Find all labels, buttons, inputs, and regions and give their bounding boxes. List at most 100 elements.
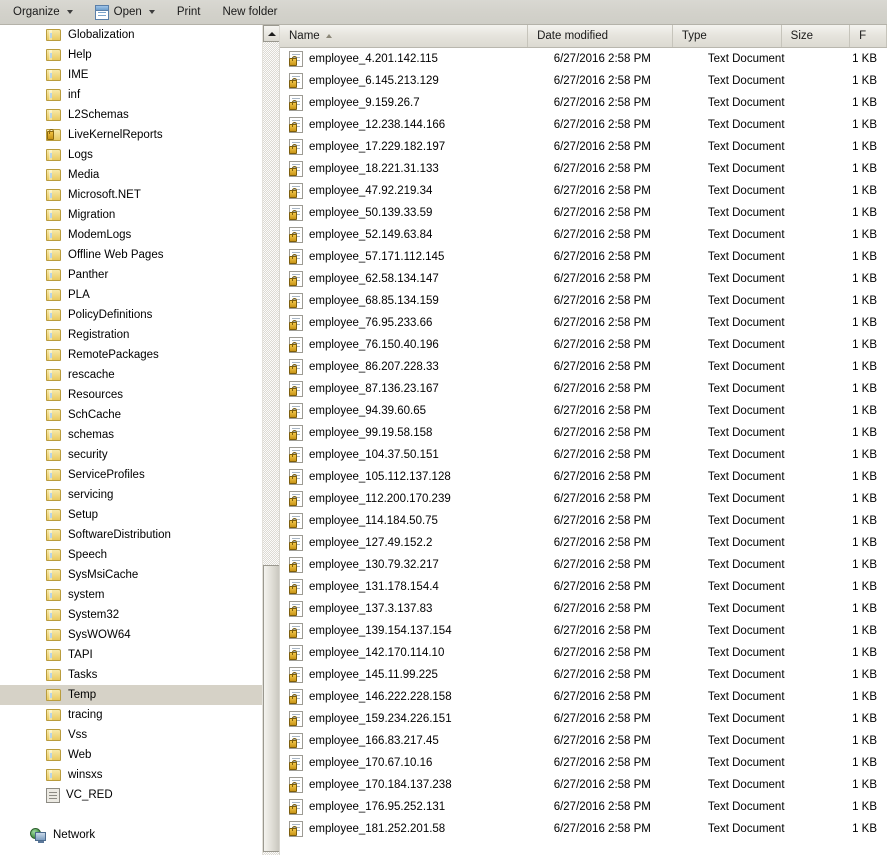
tree-item-globalization[interactable]: Globalization (0, 25, 262, 45)
tree-item-winsxs[interactable]: winsxs (0, 765, 262, 785)
tree-item-serviceprofiles[interactable]: ServiceProfiles (0, 465, 262, 485)
tree-item-system[interactable]: system (0, 585, 262, 605)
open-button[interactable]: Open (88, 1, 162, 24)
text-document-locked-icon (289, 513, 303, 529)
column-header-name[interactable]: Name (280, 25, 528, 47)
table-row[interactable]: employee_62.58.134.1476/27/2016 2:58 PMT… (280, 268, 887, 290)
table-row[interactable]: employee_86.207.228.336/27/2016 2:58 PMT… (280, 356, 887, 378)
tree-item-schcache[interactable]: SchCache (0, 405, 262, 425)
tree-item-livekernelreports[interactable]: LiveKernelReports (0, 125, 262, 145)
tree-item-network[interactable]: Network (0, 825, 262, 845)
tree-item-panther[interactable]: Panther (0, 265, 262, 285)
table-row[interactable] (280, 840, 887, 855)
table-row[interactable]: employee_127.49.152.26/27/2016 2:58 PMTe… (280, 532, 887, 554)
table-row[interactable]: employee_142.170.114.106/27/2016 2:58 PM… (280, 642, 887, 664)
table-row[interactable]: employee_139.154.137.1546/27/2016 2:58 P… (280, 620, 887, 642)
tree-item-sysmsicache[interactable]: SysMsiCache (0, 565, 262, 585)
table-row[interactable]: employee_4.201.142.1156/27/2016 2:58 PMT… (280, 48, 887, 70)
table-row[interactable]: employee_6.145.213.1296/27/2016 2:58 PMT… (280, 70, 887, 92)
table-row[interactable]: employee_52.149.63.846/27/2016 2:58 PMTe… (280, 224, 887, 246)
table-row[interactable]: employee_99.19.58.1586/27/2016 2:58 PMTe… (280, 422, 887, 444)
tree-item-remotepackages[interactable]: RemotePackages (0, 345, 262, 365)
column-header-f[interactable]: F (850, 25, 887, 47)
table-row[interactable]: employee_9.159.26.76/27/2016 2:58 PMText… (280, 92, 887, 114)
table-row[interactable]: employee_87.136.23.1676/27/2016 2:58 PMT… (280, 378, 887, 400)
table-row[interactable]: employee_114.184.50.756/27/2016 2:58 PMT… (280, 510, 887, 532)
tree-item-media[interactable]: Media (0, 165, 262, 185)
tree-item-inf[interactable]: inf (0, 85, 262, 105)
chevron-down-icon (149, 10, 155, 14)
tree-item-tapi[interactable]: TAPI (0, 645, 262, 665)
tree-item-registration[interactable]: Registration (0, 325, 262, 345)
tree-item-rescache[interactable]: rescache (0, 365, 262, 385)
tree-item-vc-red[interactable]: VC_RED (0, 785, 262, 805)
text-document-locked-icon (289, 403, 303, 419)
table-row[interactable]: employee_130.79.32.2176/27/2016 2:58 PMT… (280, 554, 887, 576)
table-row[interactable]: employee_76.95.233.666/27/2016 2:58 PMTe… (280, 312, 887, 334)
tree-item-web[interactable]: Web (0, 745, 262, 765)
table-row[interactable]: employee_18.221.31.1336/27/2016 2:58 PMT… (280, 158, 887, 180)
scrollbar-track[interactable] (263, 42, 280, 855)
table-row[interactable]: employee_76.150.40.1966/27/2016 2:58 PMT… (280, 334, 887, 356)
table-row[interactable]: employee_12.238.144.1666/27/2016 2:58 PM… (280, 114, 887, 136)
tree-item-softwaredistribution[interactable]: SoftwareDistribution (0, 525, 262, 545)
table-row[interactable]: employee_104.37.50.1516/27/2016 2:58 PMT… (280, 444, 887, 466)
scrollbar-thumb[interactable] (263, 565, 280, 852)
tree-item-help[interactable]: Help (0, 45, 262, 65)
tree-item-policydefinitions[interactable]: PolicyDefinitions (0, 305, 262, 325)
tree-item-resources[interactable]: Resources (0, 385, 262, 405)
table-row[interactable]: employee_176.95.252.1316/27/2016 2:58 PM… (280, 796, 887, 818)
column-header-size[interactable]: Size (782, 25, 850, 47)
tree-item-tracing[interactable]: tracing (0, 705, 262, 725)
table-row[interactable]: employee_159.234.226.1516/27/2016 2:58 P… (280, 708, 887, 730)
table-row[interactable]: employee_94.39.60.656/27/2016 2:58 PMTex… (280, 400, 887, 422)
tree-item-vss[interactable]: Vss (0, 725, 262, 745)
tree-item-offline-web-pages[interactable]: Offline Web Pages (0, 245, 262, 265)
cell-date: 6/27/2016 2:58 PM (545, 713, 699, 725)
tree-item-modemlogs[interactable]: ModemLogs (0, 225, 262, 245)
tree-item-l2schemas[interactable]: L2Schemas (0, 105, 262, 125)
table-row[interactable]: employee_166.83.217.456/27/2016 2:58 PMT… (280, 730, 887, 752)
tree-item-temp[interactable]: Temp (0, 685, 262, 705)
tree-item-migration[interactable]: Migration (0, 205, 262, 225)
tree-item-setup[interactable]: Setup (0, 505, 262, 525)
tree-item-servicing[interactable]: servicing (0, 485, 262, 505)
table-row[interactable]: employee_170.67.10.166/27/2016 2:58 PMTe… (280, 752, 887, 774)
cell-type: Text Document (699, 603, 815, 615)
tree-item-system32[interactable]: System32 (0, 605, 262, 625)
table-row[interactable]: employee_137.3.137.836/27/2016 2:58 PMTe… (280, 598, 887, 620)
cell-type: Text Document (699, 295, 815, 307)
cell-type: Text Document (699, 53, 815, 65)
table-row[interactable]: employee_131.178.154.46/27/2016 2:58 PMT… (280, 576, 887, 598)
table-row[interactable]: employee_50.139.33.596/27/2016 2:58 PMTe… (280, 202, 887, 224)
table-row[interactable]: employee_145.11.99.2256/27/2016 2:58 PMT… (280, 664, 887, 686)
column-header-type[interactable]: Type (673, 25, 782, 47)
table-row[interactable]: employee_47.92.219.346/27/2016 2:58 PMTe… (280, 180, 887, 202)
cell-name: employee_166.83.217.45 (280, 733, 545, 749)
table-row[interactable]: employee_181.252.201.586/27/2016 2:58 PM… (280, 818, 887, 840)
table-row[interactable]: employee_17.229.182.1976/27/2016 2:58 PM… (280, 136, 887, 158)
tree-item-microsoft-net[interactable]: Microsoft.NET (0, 185, 262, 205)
navigation-scrollbar[interactable] (262, 25, 279, 855)
table-row[interactable]: employee_105.112.137.1286/27/2016 2:58 P… (280, 466, 887, 488)
table-row[interactable]: employee_146.222.228.1586/27/2016 2:58 P… (280, 686, 887, 708)
print-button[interactable]: Print (170, 1, 208, 24)
tree-item-schemas[interactable]: schemas (0, 425, 262, 445)
scroll-up-button[interactable] (263, 25, 280, 42)
tree-item-pla[interactable]: PLA (0, 285, 262, 305)
organize-button[interactable]: Organize (6, 1, 80, 24)
table-row[interactable]: employee_57.171.112.1456/27/2016 2:58 PM… (280, 246, 887, 268)
table-row[interactable]: employee_112.200.170.2396/27/2016 2:58 P… (280, 488, 887, 510)
tree-item-logs[interactable]: Logs (0, 145, 262, 165)
column-header-date-modified[interactable]: Date modified (528, 25, 673, 47)
tree-item-tasks[interactable]: Tasks (0, 665, 262, 685)
table-row[interactable]: employee_68.85.134.1596/27/2016 2:58 PMT… (280, 290, 887, 312)
folder-icon (46, 508, 62, 522)
tree-item-speech[interactable]: Speech (0, 545, 262, 565)
new-folder-button[interactable]: New folder (215, 1, 284, 24)
cell-name: employee_181.252.201.58 (280, 821, 545, 837)
table-row[interactable]: employee_170.184.137.2386/27/2016 2:58 P… (280, 774, 887, 796)
tree-item-syswow64[interactable]: SysWOW64 (0, 625, 262, 645)
tree-item-security[interactable]: security (0, 445, 262, 465)
tree-item-ime[interactable]: IME (0, 65, 262, 85)
